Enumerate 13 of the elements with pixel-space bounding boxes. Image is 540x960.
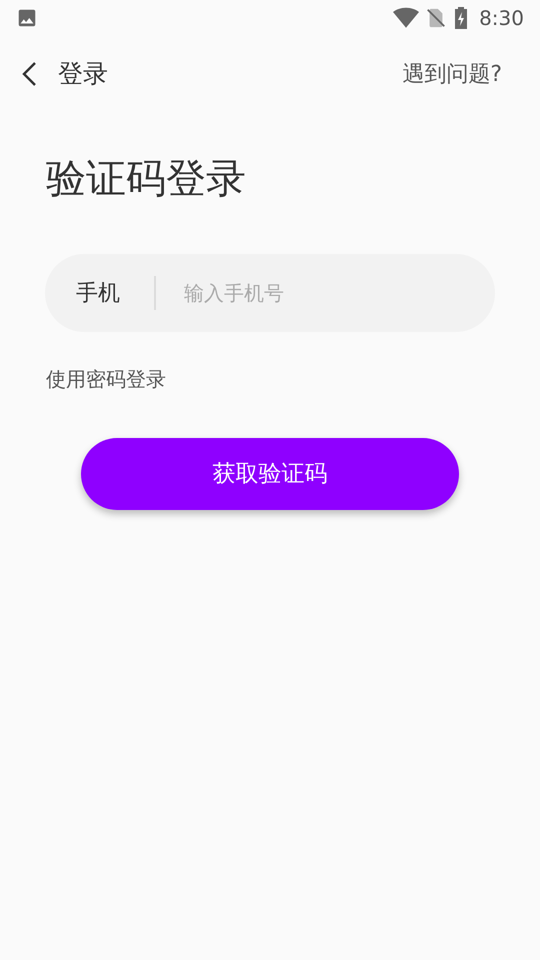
field-label: 手机 <box>76 280 121 308</box>
page-title: 登录 <box>58 58 108 90</box>
phone-input-field[interactable]: 手机 输入手机号 <box>45 254 495 332</box>
no-sim-icon <box>425 6 448 30</box>
password-login-link[interactable]: 使用密码登录 <box>0 364 540 394</box>
status-time: 8:30 <box>479 5 524 32</box>
get-code-button[interactable]: 获取验证码 <box>81 438 459 510</box>
login-heading: 验证码登录 <box>45 155 247 204</box>
battery-charging-icon <box>453 6 470 30</box>
wifi-icon <box>393 7 420 29</box>
image-icon <box>16 7 38 29</box>
phone-input[interactable]: 输入手机号 <box>184 278 495 308</box>
help-link[interactable]: 遇到问题? <box>402 58 502 90</box>
